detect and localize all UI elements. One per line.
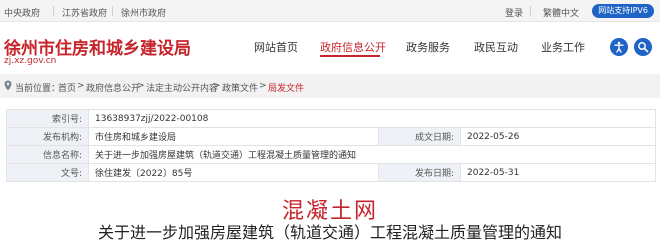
traditional-chinese-link[interactable]: 繁體中文 <box>543 6 579 19</box>
divider <box>112 6 113 16</box>
location-pin-icon <box>4 80 12 94</box>
table-row: 信息名称: 关于进一步加强房屋建筑（轨道交通）工程混凝土质量管理的通知 <box>6 145 656 164</box>
breadcrumb-separator: > <box>259 81 267 91</box>
divider <box>530 6 531 16</box>
table-row: 发布机构: 市住房和城乡建设局 成文日期: 2022-05-26 <box>6 127 656 146</box>
document-number-value: 徐住建发〔2022〕85号 <box>88 163 379 182</box>
creation-date-value: 2022-05-26 <box>460 127 656 146</box>
nav-public-interaction[interactable]: 政民互动 <box>474 39 518 55</box>
breadcrumb-item-statutory-disclosure[interactable]: 法定主动公开内容 <box>146 81 218 94</box>
link-jiangsu-government[interactable]: 江苏省政府 <box>62 6 107 19</box>
breadcrumb-item-bureau-documents[interactable]: 局发文件 <box>268 81 304 94</box>
link-xuzhou-government[interactable]: 徐州市政府 <box>121 6 166 19</box>
breadcrumb-item-policy-documents[interactable]: 政策文件 <box>222 81 258 94</box>
breadcrumb-separator: > <box>77 81 85 91</box>
index-number-label: 索引号: <box>6 109 89 128</box>
link-central-government[interactable]: 中央政府 <box>4 6 40 19</box>
index-number-value: 13638937zjj/2022-00108 <box>88 109 656 128</box>
nav-active-indicator <box>320 55 380 57</box>
breadcrumb-item-government-info[interactable]: 政府信息公开 <box>86 81 140 94</box>
info-name-label: 信息名称: <box>6 145 89 164</box>
info-name-value: 关于进一步加强房屋建筑（轨道交通）工程混凝土质量管理的通知 <box>88 145 656 164</box>
nav-government-info[interactable]: 政府信息公开 <box>320 39 386 55</box>
top-utility-bar: 中央政府 江苏省政府 徐州市政府 登录 繁體中文 网站支持IPV6 <box>0 0 660 22</box>
issuing-organ-value: 市住房和城乡建设局 <box>88 127 379 146</box>
breadcrumb-item-home[interactable]: 首页 <box>58 81 76 94</box>
publish-date-label: 发布日期: <box>378 163 461 182</box>
table-row: 索引号: 13638937zjj/2022-00108 <box>6 109 656 128</box>
search-icon[interactable] <box>634 38 652 56</box>
breadcrumb-separator: > <box>213 81 221 91</box>
document-title: 关于进一步加强房屋建筑（轨道交通）工程混凝土质量管理的通知 <box>97 223 562 242</box>
nav-home[interactable]: 网站首页 <box>254 39 298 55</box>
publish-date-value: 2022-05-31 <box>460 163 656 182</box>
breadcrumb: 当前位置： 首页 > 政府信息公开 > 法定主动公开内容 > 政策文件 > 局发… <box>0 74 660 98</box>
divider <box>53 6 54 16</box>
creation-date-label: 成文日期: <box>378 127 461 146</box>
login-link[interactable]: 登录 <box>505 6 523 19</box>
document-metadata-table: 索引号: 13638937zjj/2022-00108 发布机构: 市住房和城乡… <box>6 109 656 182</box>
ipv6-badge[interactable]: 网站支持IPV6 <box>592 4 654 18</box>
accessibility-icon[interactable] <box>610 38 628 56</box>
breadcrumb-separator: > <box>137 81 145 91</box>
table-row: 文号: 徐住建发〔2022〕85号 发布日期: 2022-05-31 <box>6 163 656 182</box>
nav-business-work[interactable]: 业务工作 <box>541 39 585 55</box>
document-number-label: 文号: <box>6 163 89 182</box>
site-domain: zj.xz.gov.cn <box>4 56 57 66</box>
nav-government-services[interactable]: 政务服务 <box>406 39 450 55</box>
issuing-organ-label: 发布机构: <box>6 127 89 146</box>
breadcrumb-prefix: 当前位置： <box>15 84 61 94</box>
site-header: 徐州市住房和城乡建设局 zj.xz.gov.cn 网站首页 政府信息公开 政务服… <box>0 22 660 74</box>
